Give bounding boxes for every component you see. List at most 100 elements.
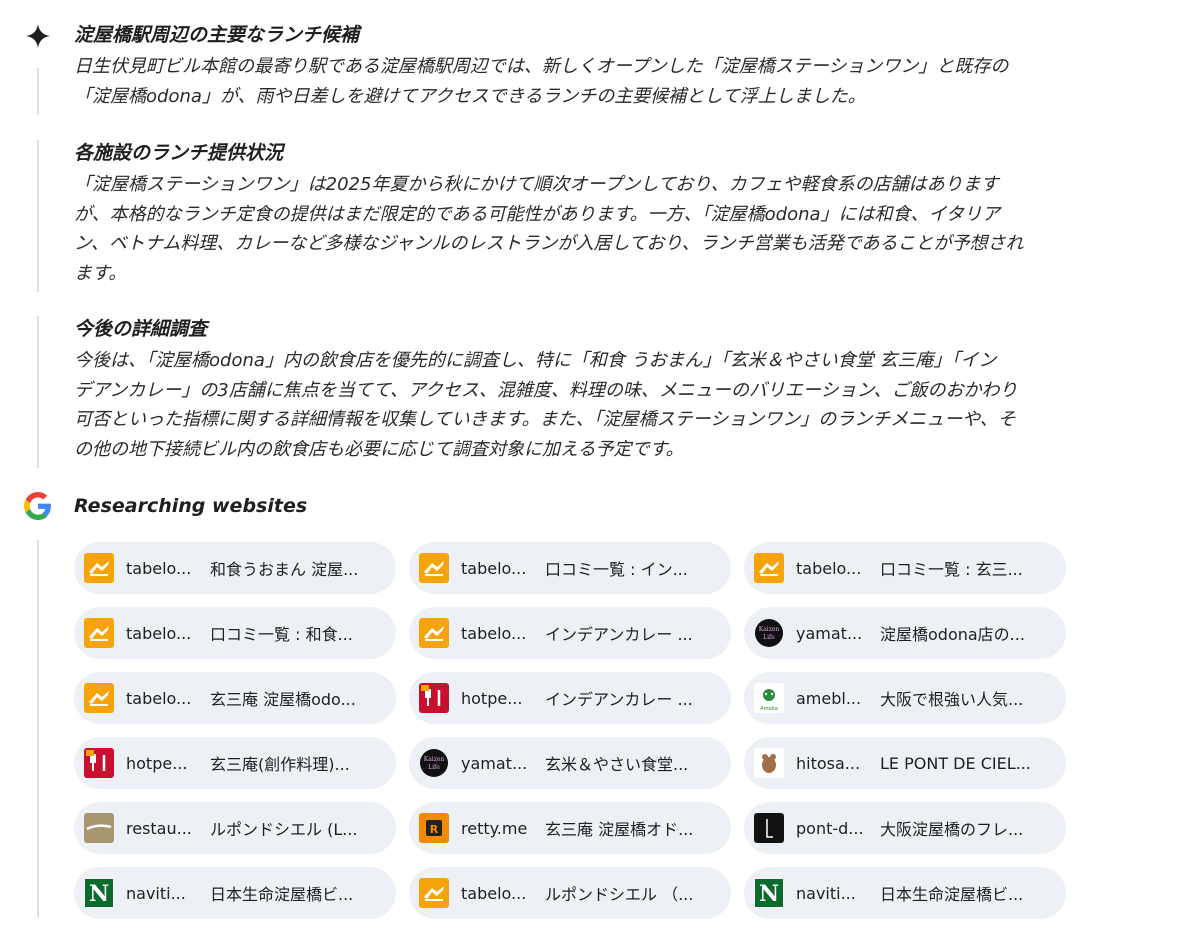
thread-line (37, 140, 39, 292)
svg-text:Life: Life (428, 764, 440, 771)
thought-section: 今後の詳細調査 今後は、「淀屋橋odona」内の飲食店を優先的に調査し、特に「和… (74, 316, 1164, 464)
source-chip[interactable]: hotpe... インデアンカレー ... (409, 672, 731, 724)
restaurant-favicon-icon (84, 813, 114, 843)
section-body: 今後は、「淀屋橋odona」内の飲食店を優先的に調査し、特に「和食 うおまん」「… (74, 346, 1164, 464)
source-title: 玄三庵(創作料理)... (210, 755, 350, 774)
source-chip-grid: tabelo... 和食うおまん 淀屋... tabelo... 口コミ一覧 : イン… (74, 542, 1074, 922)
source-title: 口コミ一覧 : 和食... (210, 625, 353, 644)
yamato-favicon-icon: Kaizen Life (419, 748, 449, 778)
gemini-sparkle-icon (26, 24, 50, 48)
body-line: 「淀屋橋odona」が、雨や日差しを避けてアクセスできるランチの主要候補として浮… (74, 85, 866, 107)
svg-text:Life: Life (763, 634, 775, 641)
svg-text:R: R (430, 823, 439, 836)
svg-text:N: N (759, 881, 779, 907)
source-chip[interactable]: restau... ルポンドシエル (L... (74, 802, 396, 854)
retty-favicon-icon: R (419, 813, 449, 843)
tabelog-favicon-icon (84, 683, 114, 713)
body-line: の他の地下接続ビル内の飲食店も必要に応じて調査対象に加える予定です。 (74, 438, 684, 460)
body-line: ン、ベトナム料理、カレーなど多様なジャンルのレストランが入居しており、ランチ営業… (74, 233, 1024, 254)
svg-text:Ameba: Ameba (760, 706, 778, 712)
source-chip[interactable]: tabelo... 口コミ一覧 : 和食... (74, 607, 396, 659)
hitosara-favicon-icon (754, 748, 784, 778)
source-chip[interactable]: Kaizen Life yamat... 玄米＆やさい食堂... (409, 737, 731, 789)
ameba-favicon-icon: Ameba (754, 683, 784, 713)
source-chip[interactable]: hitosa... LE PONT DE CIEL... (744, 737, 1066, 789)
source-domain: yamat... (796, 623, 863, 643)
tabelog-favicon-icon (419, 553, 449, 583)
source-title: 玄三庵 淀屋橋odo... (210, 690, 356, 709)
thread-line (37, 540, 39, 918)
source-domain: hotpe... (126, 753, 188, 773)
google-g-icon (24, 492, 51, 520)
source-title: 和食うおまん 淀屋... (210, 560, 359, 579)
section-heading: 各施設のランチ提供状況 (74, 142, 284, 164)
body-line: 「淀屋橋ステーションワン」は2025年夏から秋にかけて順次オープンしており、カフ… (74, 174, 999, 195)
section-heading: 淀屋橋駅周辺の主要なランチ候補 (74, 24, 360, 46)
source-chip[interactable]: pont-d... 大阪淀屋橋のフレ... (744, 802, 1066, 854)
source-title: 大阪淀屋橋のフレ... (880, 820, 1024, 839)
source-chip[interactable]: Rretty.me 玄三庵 淀屋橋オド... (409, 802, 731, 854)
source-title: 玄三庵 淀屋橋オド... (545, 820, 694, 839)
source-domain: tabelo... (461, 883, 527, 903)
source-domain: tabelo... (126, 688, 192, 708)
tabelog-favicon-icon (84, 618, 114, 648)
researching-websites-title: Researching websites (74, 495, 308, 517)
pontdeciel-favicon-icon (754, 813, 784, 843)
navitime-favicon-icon: N (754, 878, 784, 908)
source-domain: yamat... (461, 753, 528, 773)
source-title: 大阪で根強い人気... (880, 690, 1024, 709)
tabelog-favicon-icon (84, 553, 114, 583)
source-chip[interactable]: tabelo... 口コミ一覧 : イン... (409, 542, 731, 594)
source-domain: tabelo... (126, 623, 192, 643)
body-line: 可否といった指標に関する詳細情報を収集していきます。また、「淀屋橋ステーションワ… (74, 409, 1016, 430)
source-chip[interactable]: Nnaviti... 日本生命淀屋橋ビ... (74, 867, 396, 919)
source-chip[interactable]: tabelo... 口コミ一覧 : 玄三... (744, 542, 1066, 594)
source-chip[interactable]: tabelo... 和食うおまん 淀屋... (74, 542, 396, 594)
source-title: インデアンカレー ... (545, 625, 693, 644)
source-title: ルポンドシエル (L... (210, 820, 358, 839)
source-title: 口コミ一覧 : イン... (545, 560, 688, 579)
source-title: 日本生命淀屋橋ビ... (880, 885, 1024, 904)
tabelog-favicon-icon (419, 618, 449, 648)
source-chip[interactable]: Nnaviti... 日本生命淀屋橋ビ... (744, 867, 1066, 919)
source-domain: tabelo... (461, 558, 527, 578)
source-domain: pont-d... (796, 818, 864, 838)
yamato-favicon-icon: Kaizen Life (754, 618, 784, 648)
body-line: デアンカレー」の3店舗に焦点を当てて、アクセス、混雑度、料理の味、メニューのバリ… (74, 379, 1018, 401)
thought-section: 各施設のランチ提供状況 「淀屋橋ステーションワン」は2025年夏から秋にかけて順… (74, 140, 1164, 288)
source-title: 日本生命淀屋橋ビ... (210, 885, 354, 904)
source-title: インデアンカレー ... (545, 690, 693, 709)
source-domain: naviti... (126, 883, 186, 903)
source-chip[interactable]: hotpe... 玄三庵(創作料理)... (74, 737, 396, 789)
source-title: 淀屋橋odona店の... (880, 625, 1025, 644)
source-chip[interactable]: Ameba amebl... 大阪で根強い人気... (744, 672, 1066, 724)
body-line: ます。 (74, 262, 127, 284)
body-line: が、本格的なランチ定食の提供はまだ限定的である可能性があります。一方、「淀屋橋o… (74, 203, 1000, 225)
svg-text:N: N (89, 881, 109, 907)
source-chip[interactable]: Kaizen Life yamat... 淀屋橋odona店の... (744, 607, 1066, 659)
source-domain: retty.me (461, 818, 528, 838)
hotpepper-favicon-icon (419, 683, 449, 713)
section-body: 日生伏見町ビル本館の最寄り駅である淀屋橋駅周辺では、新しくオープンした「淀屋橋ス… (74, 52, 1164, 111)
source-chip[interactable]: tabelo... インデアンカレー ... (409, 607, 731, 659)
source-domain: restau... (126, 818, 192, 838)
thread-line (37, 68, 39, 114)
source-domain: naviti... (796, 883, 856, 903)
source-domain: tabelo... (126, 558, 192, 578)
body-line: 今後は、「淀屋橋odona」内の飲食店を優先的に調査し、特に「和食 うおまん」「… (74, 350, 997, 371)
body-line: 日生伏見町ビル本館の最寄り駅である淀屋橋駅周辺では、新しくオープンした「淀屋橋ス… (74, 56, 1009, 77)
svg-text:Kaizen: Kaizen (424, 756, 445, 763)
source-domain: hotpe... (461, 688, 523, 708)
source-chip[interactable]: tabelo... ルポンドシエル （... (409, 867, 731, 919)
section-body: 「淀屋橋ステーションワン」は2025年夏から秋にかけて順次オープンしており、カフ… (74, 170, 1164, 288)
source-title: LE PONT DE CIEL... (880, 753, 1031, 773)
hotpepper-favicon-icon (84, 748, 114, 778)
svg-text:Kaizen: Kaizen (759, 626, 780, 633)
source-chip[interactable]: tabelo... 玄三庵 淀屋橋odo... (74, 672, 396, 724)
source-domain: tabelo... (796, 558, 862, 578)
source-title: ルポンドシエル （... (545, 885, 694, 904)
source-title: 口コミ一覧 : 玄三... (880, 560, 1023, 579)
thread-line (37, 316, 39, 468)
source-domain: amebl... (796, 688, 862, 708)
thought-section: 淀屋橋駅周辺の主要なランチ候補 日生伏見町ビル本館の最寄り駅である淀屋橋駅周辺で… (74, 22, 1164, 111)
